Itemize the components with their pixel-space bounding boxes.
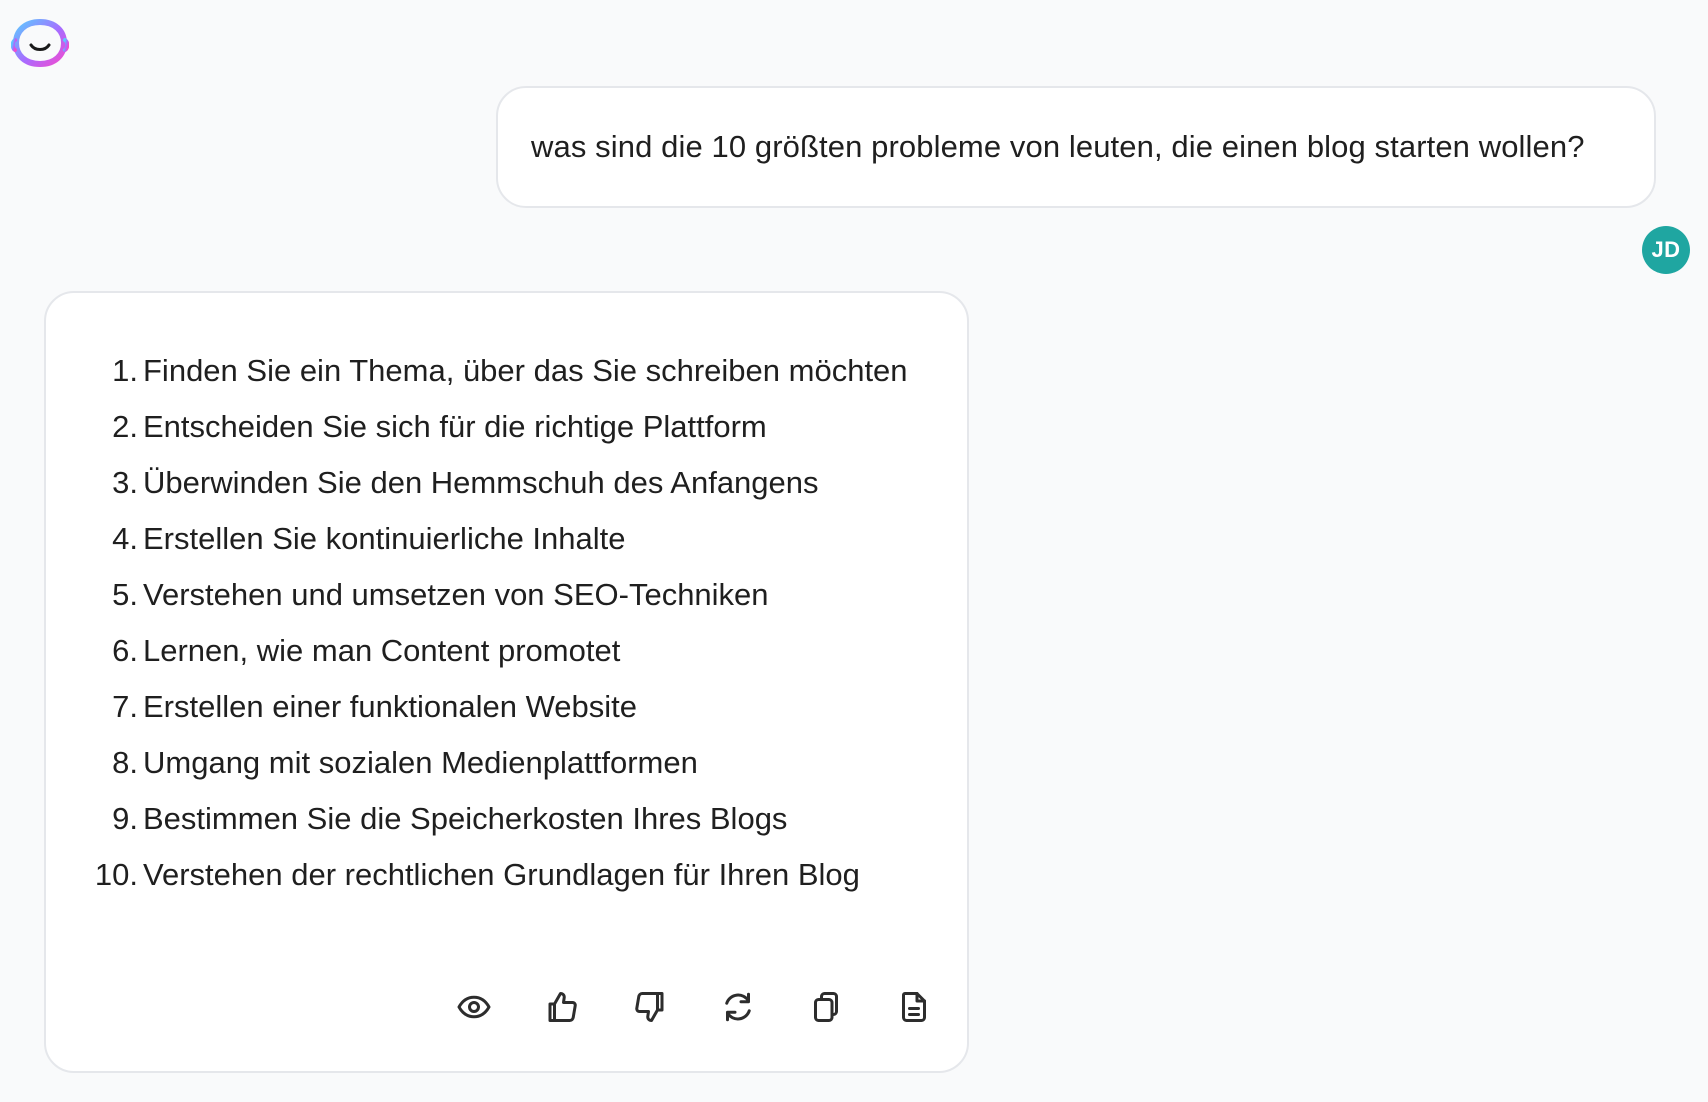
eye-icon: [457, 995, 491, 1019]
regenerate-icon: [725, 992, 751, 1022]
thumbs-up-icon: [548, 992, 577, 1022]
user-avatar[interactable]: JD: [1642, 226, 1690, 274]
thumbs-down-icon: [635, 992, 664, 1022]
chat-screen: was sind die 10 größten probleme von leu…: [0, 0, 1708, 1102]
user-avatar-initials: JD: [1651, 237, 1681, 262]
thumbs-up-button[interactable]: [518, 985, 606, 1029]
user-message-bubble: was sind die 10 größten probleme von leu…: [496, 86, 1656, 208]
document-button[interactable]: [870, 985, 958, 1029]
assistant-message-bubble: 1. Finden Sie ein Thema, über das Sie sch…: [44, 291, 969, 1073]
copy-icon: [814, 992, 838, 1022]
thumbs-down-button[interactable]: [606, 985, 694, 1029]
message-action-bar: [430, 985, 958, 1029]
document-icon: [902, 992, 926, 1022]
copy-button[interactable]: [782, 985, 870, 1029]
view-button[interactable]: [430, 985, 518, 1029]
assistant-logo-icon: [11, 18, 69, 68]
user-message-text: was sind die 10 größten probleme von leu…: [531, 129, 1585, 164]
regenerate-button[interactable]: [694, 985, 782, 1029]
